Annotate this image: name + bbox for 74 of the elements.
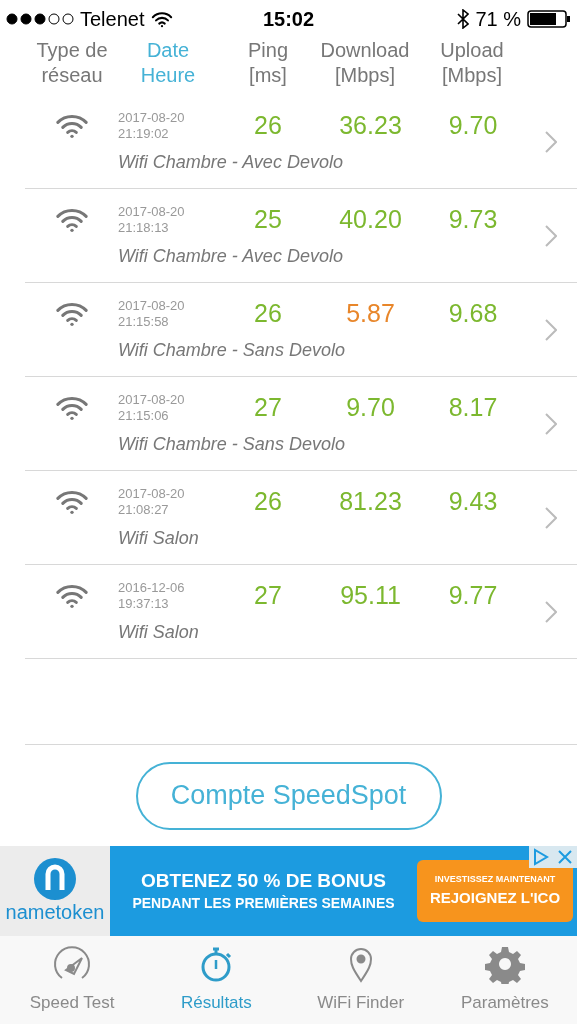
column-header[interactable]: Ping [ms] — [238, 38, 298, 88]
ping-value: 27 — [253, 580, 283, 612]
date-time: 2017-08-20 21:08:27 — [118, 486, 186, 518]
ping-value: 25 — [253, 204, 283, 236]
account-button[interactable]: Compte SpeedSpot — [135, 761, 442, 830]
network-name: Wifi Chambre - Sans Devolo — [117, 338, 346, 362]
ad-subline: PENDANT LES PREMIÈRES SEMAINES — [132, 894, 395, 913]
chevron-right-icon — [545, 600, 557, 623]
ad-cta-top: INVESTISSEZ MAINTENANT — [434, 873, 556, 886]
tab-bar-item[interactable]: Résultats — [144, 936, 289, 1024]
chevron-right-icon — [545, 130, 557, 153]
ad-cta-button[interactable]: INVESTISSEZ MAINTENANT REJOIGNEZ L'ICO — [417, 860, 573, 922]
column-header[interactable]: Date Heure — [122, 38, 214, 88]
logo-icon — [34, 858, 76, 900]
battery-percent: 71 % — [475, 7, 521, 32]
download-value: 95.11 — [339, 580, 402, 612]
tab-bar-item[interactable]: Paramètres — [432, 936, 577, 1024]
carrier-name: Telenet — [80, 7, 145, 32]
result-row[interactable]: 2017-08-20 21:19:02 26 36.23 9.70 Wifi Chambre - Avec Devolo — [25, 95, 577, 189]
column-header[interactable]: Download [Mbps] — [298, 38, 432, 88]
date-time: 2016-12-06 19:37:13 — [118, 580, 186, 612]
ad-brand: nametoken — [5, 900, 105, 924]
date-time: 2017-08-20 21:15:06 — [118, 392, 186, 424]
upload-value: 9.70 — [447, 110, 499, 142]
wifi-status-icon — [150, 10, 173, 28]
chevron-right-icon — [545, 412, 557, 435]
download-value: 40.20 — [338, 204, 403, 236]
signal-icon — [6, 13, 74, 25]
network-name: Wifi Chambre - Avec Devolo — [117, 150, 344, 174]
clock-time: 15:02 — [262, 7, 315, 32]
column-header[interactable]: Upload [Mbps] — [432, 38, 512, 88]
upload-value: 8.17 — [447, 392, 499, 424]
bluetooth-icon — [457, 9, 470, 29]
settings-icon — [484, 944, 525, 985]
date-time: 2017-08-20 21:15:58 — [118, 298, 186, 330]
network-name: Wifi Chambre - Avec Devolo — [117, 244, 344, 268]
ad-headline: OBTENEZ 50 % DE BONUS — [141, 869, 386, 893]
result-row[interactable]: 2017-08-20 21:15:58 26 5.87 9.68 Wifi Chambre - Sans Devolo — [25, 283, 577, 377]
result-row[interactable]: 2017-08-20 21:18:13 25 40.20 9.73 Wifi Chambre - Avec Devolo — [25, 189, 577, 283]
tab-bar-item[interactable]: WiFi Finder — [288, 936, 433, 1024]
chevron-right-icon — [545, 224, 557, 247]
chevron-right-icon — [545, 506, 557, 529]
ad-cta: REJOIGNEZ L'ICO — [429, 887, 561, 908]
upload-value: 9.43 — [447, 486, 499, 518]
ping-value: 26 — [253, 110, 283, 142]
date-time: 2017-08-20 21:19:02 — [118, 110, 186, 142]
ping-value: 27 — [253, 392, 283, 424]
wifi-icon — [54, 489, 89, 515]
date-time: 2017-08-20 21:18:13 — [118, 204, 186, 236]
result-row[interactable]: 2017-08-20 21:08:27 26 81.23 9.43 Wifi Salon — [25, 471, 577, 565]
ping-value: 26 — [253, 298, 283, 330]
result-row[interactable]: 2017-08-20 21:15:06 27 9.70 8.17 Wifi Chambre - Sans Devolo — [25, 377, 577, 471]
download-value: 81.23 — [338, 486, 403, 518]
result-row[interactable]: 2016-12-06 19:37:13 27 95.11 9.77 Wifi Salon — [25, 565, 577, 659]
ad-banner[interactable]: nametoken OBTENEZ 50 % DE BONUS PENDANT LES PREMIÈRES SEMAINES INVESTISSEZ MAINTENANT REJOIGNEZ L'ICO — [0, 846, 577, 936]
download-value: 9.70 — [345, 392, 396, 424]
wifi-icon — [54, 301, 89, 327]
wifi-icon — [54, 113, 89, 139]
chevron-right-icon — [545, 318, 557, 341]
upload-value: 9.77 — [447, 580, 499, 612]
download-value: 36.23 — [338, 110, 403, 142]
upload-value: 9.68 — [447, 298, 499, 330]
battery-icon — [527, 9, 571, 29]
tab-bar-item[interactable]: Speed Test — [0, 936, 145, 1024]
ping-value: 26 — [253, 486, 283, 518]
upload-value: 9.73 — [447, 204, 499, 236]
wifi-icon — [54, 583, 89, 609]
network-name: Wifi Salon — [117, 620, 200, 644]
download-value: 5.87 — [345, 298, 396, 330]
network-name: Wifi Chambre - Sans Devolo — [117, 432, 346, 456]
wifi-icon — [54, 207, 89, 233]
wifi-icon — [54, 395, 89, 421]
column-header[interactable]: Type de réseau — [22, 38, 122, 88]
network-name: Wifi Salon — [117, 526, 200, 550]
